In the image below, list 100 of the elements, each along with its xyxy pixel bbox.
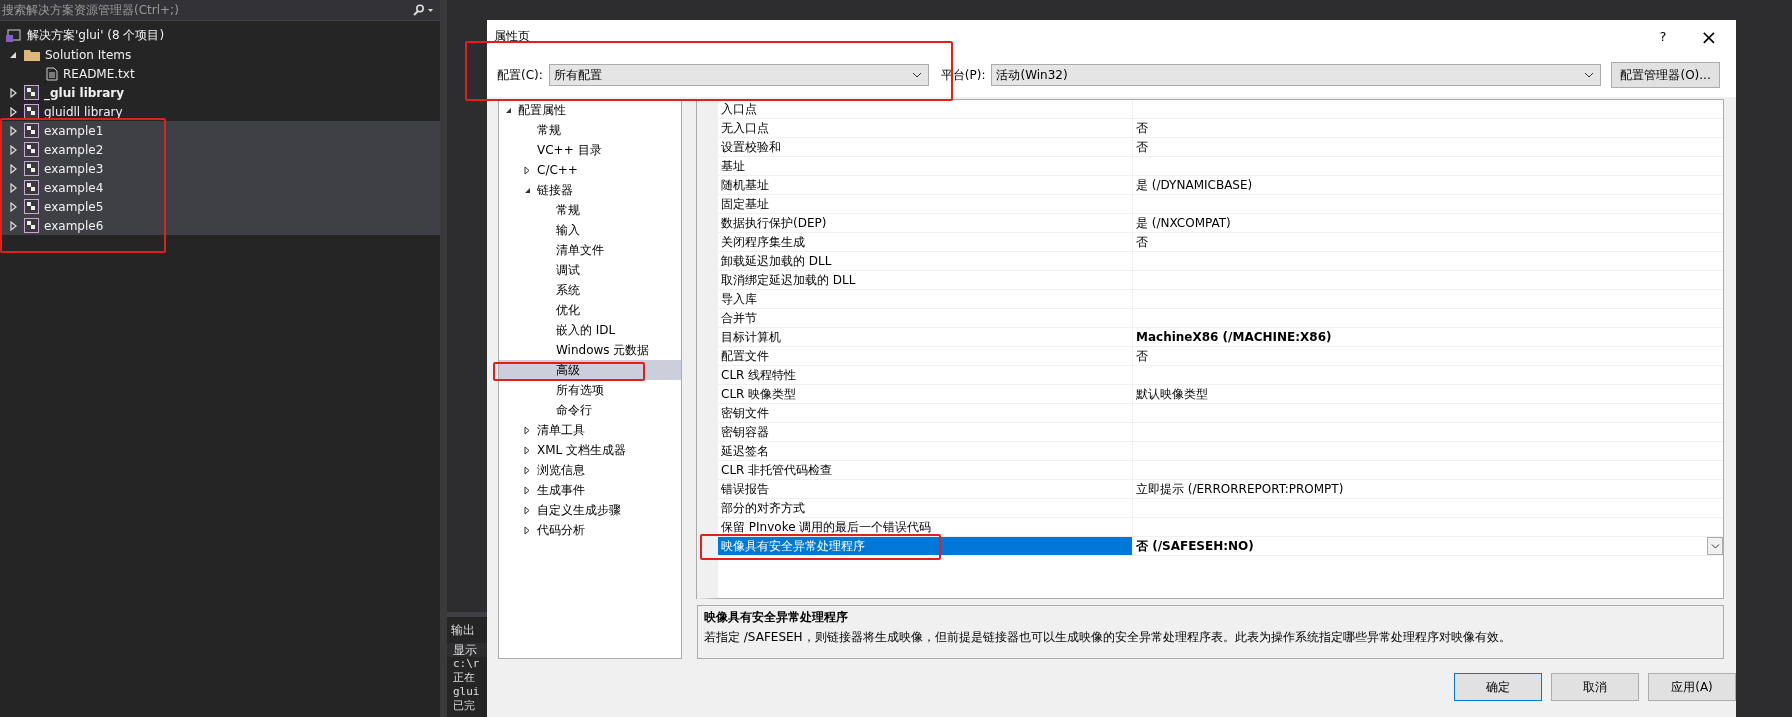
property-name[interactable]: 合并节 [718, 309, 1133, 327]
tree-item[interactable]: _glui library [0, 83, 440, 102]
property-name[interactable]: 取消绑定延迟加载的 DLL [718, 271, 1133, 289]
property-name[interactable]: 入口点 [718, 100, 1133, 118]
collapsed-arrow-icon[interactable] [524, 485, 530, 495]
property-name[interactable]: 卸载延迟加载的 DLL [718, 252, 1133, 270]
property-value[interactable]: 是 (/DYNAMICBASE) [1136, 176, 1253, 194]
panel-title[interactable]: 输出 [447, 617, 487, 643]
tree-item[interactable]: 链接器 [499, 180, 681, 200]
property-name[interactable]: CLR 映像类型 [718, 385, 1133, 403]
collapsed-arrow-icon[interactable] [524, 165, 530, 175]
property-value[interactable]: MachineX86 (/MACHINE:X86) [1136, 330, 1332, 344]
tree-item[interactable]: 浏览信息 [499, 460, 681, 480]
tree-item[interactable]: example1 [0, 121, 440, 140]
property-name[interactable]: 数据执行保护(DEP) [718, 214, 1133, 232]
tree-item[interactable]: 解决方案'glui' (8 个项目) [0, 26, 440, 45]
expanded-arrow-icon[interactable] [505, 106, 512, 114]
configuration-manager-button[interactable]: 配置管理器(O)... [1611, 62, 1720, 88]
output-line: 已完 [452, 699, 476, 713]
expanded-arrow-icon[interactable] [9, 50, 17, 59]
platform-dropdown[interactable]: 活动(Win32) [991, 64, 1602, 86]
property-name[interactable]: 导入库 [718, 290, 1133, 308]
tree-item[interactable]: 代码分析 [499, 520, 681, 540]
property-name[interactable]: 映像具有安全异常处理程序 [718, 537, 1133, 555]
field-label: 配置(C): [497, 66, 543, 84]
tree-item[interactable]: Windows 元数据 [499, 340, 681, 360]
tree-item[interactable]: README.txt [0, 64, 440, 83]
property-value[interactable]: 否 [1136, 347, 1148, 365]
property-value[interactable]: 否 [1136, 138, 1148, 156]
collapsed-arrow-icon[interactable] [524, 445, 530, 455]
window-title: 属性页 [494, 28, 531, 45]
tree-item[interactable]: example4 [0, 178, 440, 197]
dropdown-button[interactable] [1707, 537, 1723, 555]
property-value[interactable]: 是 (/NXCOMPAT) [1136, 214, 1231, 232]
property-name[interactable]: 配置文件 [718, 347, 1133, 365]
dialog-button[interactable]: 取消 [1551, 673, 1639, 701]
tree-item[interactable]: C/C++ [499, 160, 681, 180]
property-value[interactable]: 默认映像类型 [1136, 385, 1208, 403]
tree-item[interactable]: Solution Items [0, 45, 440, 64]
property-name[interactable]: 关闭程序集生成 [718, 233, 1133, 251]
search-icon[interactable] [412, 4, 434, 16]
tree-item[interactable]: 高级 [499, 360, 681, 380]
dialog-button[interactable]: 应用(A) [1648, 673, 1736, 701]
close-button[interactable]: × [1686, 21, 1732, 52]
property-name[interactable]: 部分的对齐方式 [718, 499, 1133, 517]
property-name[interactable]: 随机基址 [718, 176, 1133, 194]
expanded-arrow-icon[interactable] [524, 186, 531, 194]
property-name[interactable]: 密钥容器 [718, 423, 1133, 441]
tree-item[interactable]: 生成事件 [499, 480, 681, 500]
property-name[interactable]: 设置校验和 [718, 138, 1133, 156]
tree-item[interactable]: 系统 [499, 280, 681, 300]
file-icon [46, 66, 58, 81]
tree-item[interactable]: example5 [0, 197, 440, 216]
collapsed-arrow-icon[interactable] [524, 465, 530, 475]
tree-item[interactable]: example2 [0, 140, 440, 159]
tree-item[interactable]: VC++ 目录 [499, 140, 681, 160]
property-value[interactable]: 立即提示 (/ERRORREPORT:PROMPT) [1136, 480, 1344, 498]
tree-item[interactable]: 嵌入的 IDL [499, 320, 681, 340]
project-icon [24, 123, 39, 138]
collapsed-arrow-icon[interactable] [524, 425, 530, 435]
tree-item[interactable]: 所有选项 [499, 380, 681, 400]
tree-item[interactable]: 常规 [499, 200, 681, 220]
project-icon [24, 180, 39, 195]
property-value[interactable]: 否 [1136, 119, 1148, 137]
tree-item[interactable]: 命令行 [499, 400, 681, 420]
property-name[interactable]: 保留 PInvoke 调用的最后一个错误代码 [718, 518, 1133, 536]
project-icon [24, 142, 39, 157]
property-name[interactable]: CLR 线程特性 [718, 366, 1133, 384]
collapsed-arrow-icon[interactable] [524, 525, 530, 535]
property-name[interactable]: CLR 非托管代码检查 [718, 461, 1133, 479]
help-button[interactable]: ? [1640, 21, 1686, 52]
property-name[interactable]: 目标计算机 [718, 328, 1133, 346]
tree-item[interactable]: 调试 [499, 260, 681, 280]
tree-item[interactable]: XML 文档生成器 [499, 440, 681, 460]
tree-item[interactable]: 优化 [499, 300, 681, 320]
property-name[interactable]: 延迟签名 [718, 442, 1133, 460]
property-name[interactable]: 基址 [718, 157, 1133, 175]
configuration-dropdown[interactable]: 所有配置 [548, 64, 929, 86]
property-value[interactable]: 否 (/SAFESEH:NO) [1136, 537, 1254, 555]
folder-icon [24, 48, 40, 61]
tree-item[interactable]: 自定义生成步骤 [499, 500, 681, 520]
property-name[interactable]: 固定基址 [718, 195, 1133, 213]
tree-item[interactable]: 常规 [499, 120, 681, 140]
tree-item[interactable]: 清单工具 [499, 420, 681, 440]
search-bar[interactable]: 搜索解决方案资源管理器(Ctrl+;) [0, 0, 440, 21]
tree-item[interactable]: example3 [0, 159, 440, 178]
chevron-icon [1710, 543, 1720, 549]
tree-item[interactable]: 配置属性 [499, 100, 681, 120]
property-name[interactable]: 密钥文件 [718, 404, 1133, 422]
property-name[interactable]: 错误报告 [718, 480, 1133, 498]
dialog-button[interactable]: 确定 [1454, 673, 1542, 701]
field-label: 平台(P): [940, 66, 986, 84]
property-value[interactable]: 否 [1136, 233, 1148, 251]
tree-item[interactable]: 清单文件 [499, 240, 681, 260]
collapsed-arrow-icon[interactable] [524, 505, 530, 515]
search-field[interactable]: 搜索解决方案资源管理器(Ctrl+;) [0, 3, 412, 17]
tree-item[interactable]: 输入 [499, 220, 681, 240]
tree-item[interactable]: gluidll library [0, 102, 440, 121]
tree-item[interactable]: example6 [0, 216, 440, 235]
property-name[interactable]: 无入口点 [718, 119, 1133, 137]
